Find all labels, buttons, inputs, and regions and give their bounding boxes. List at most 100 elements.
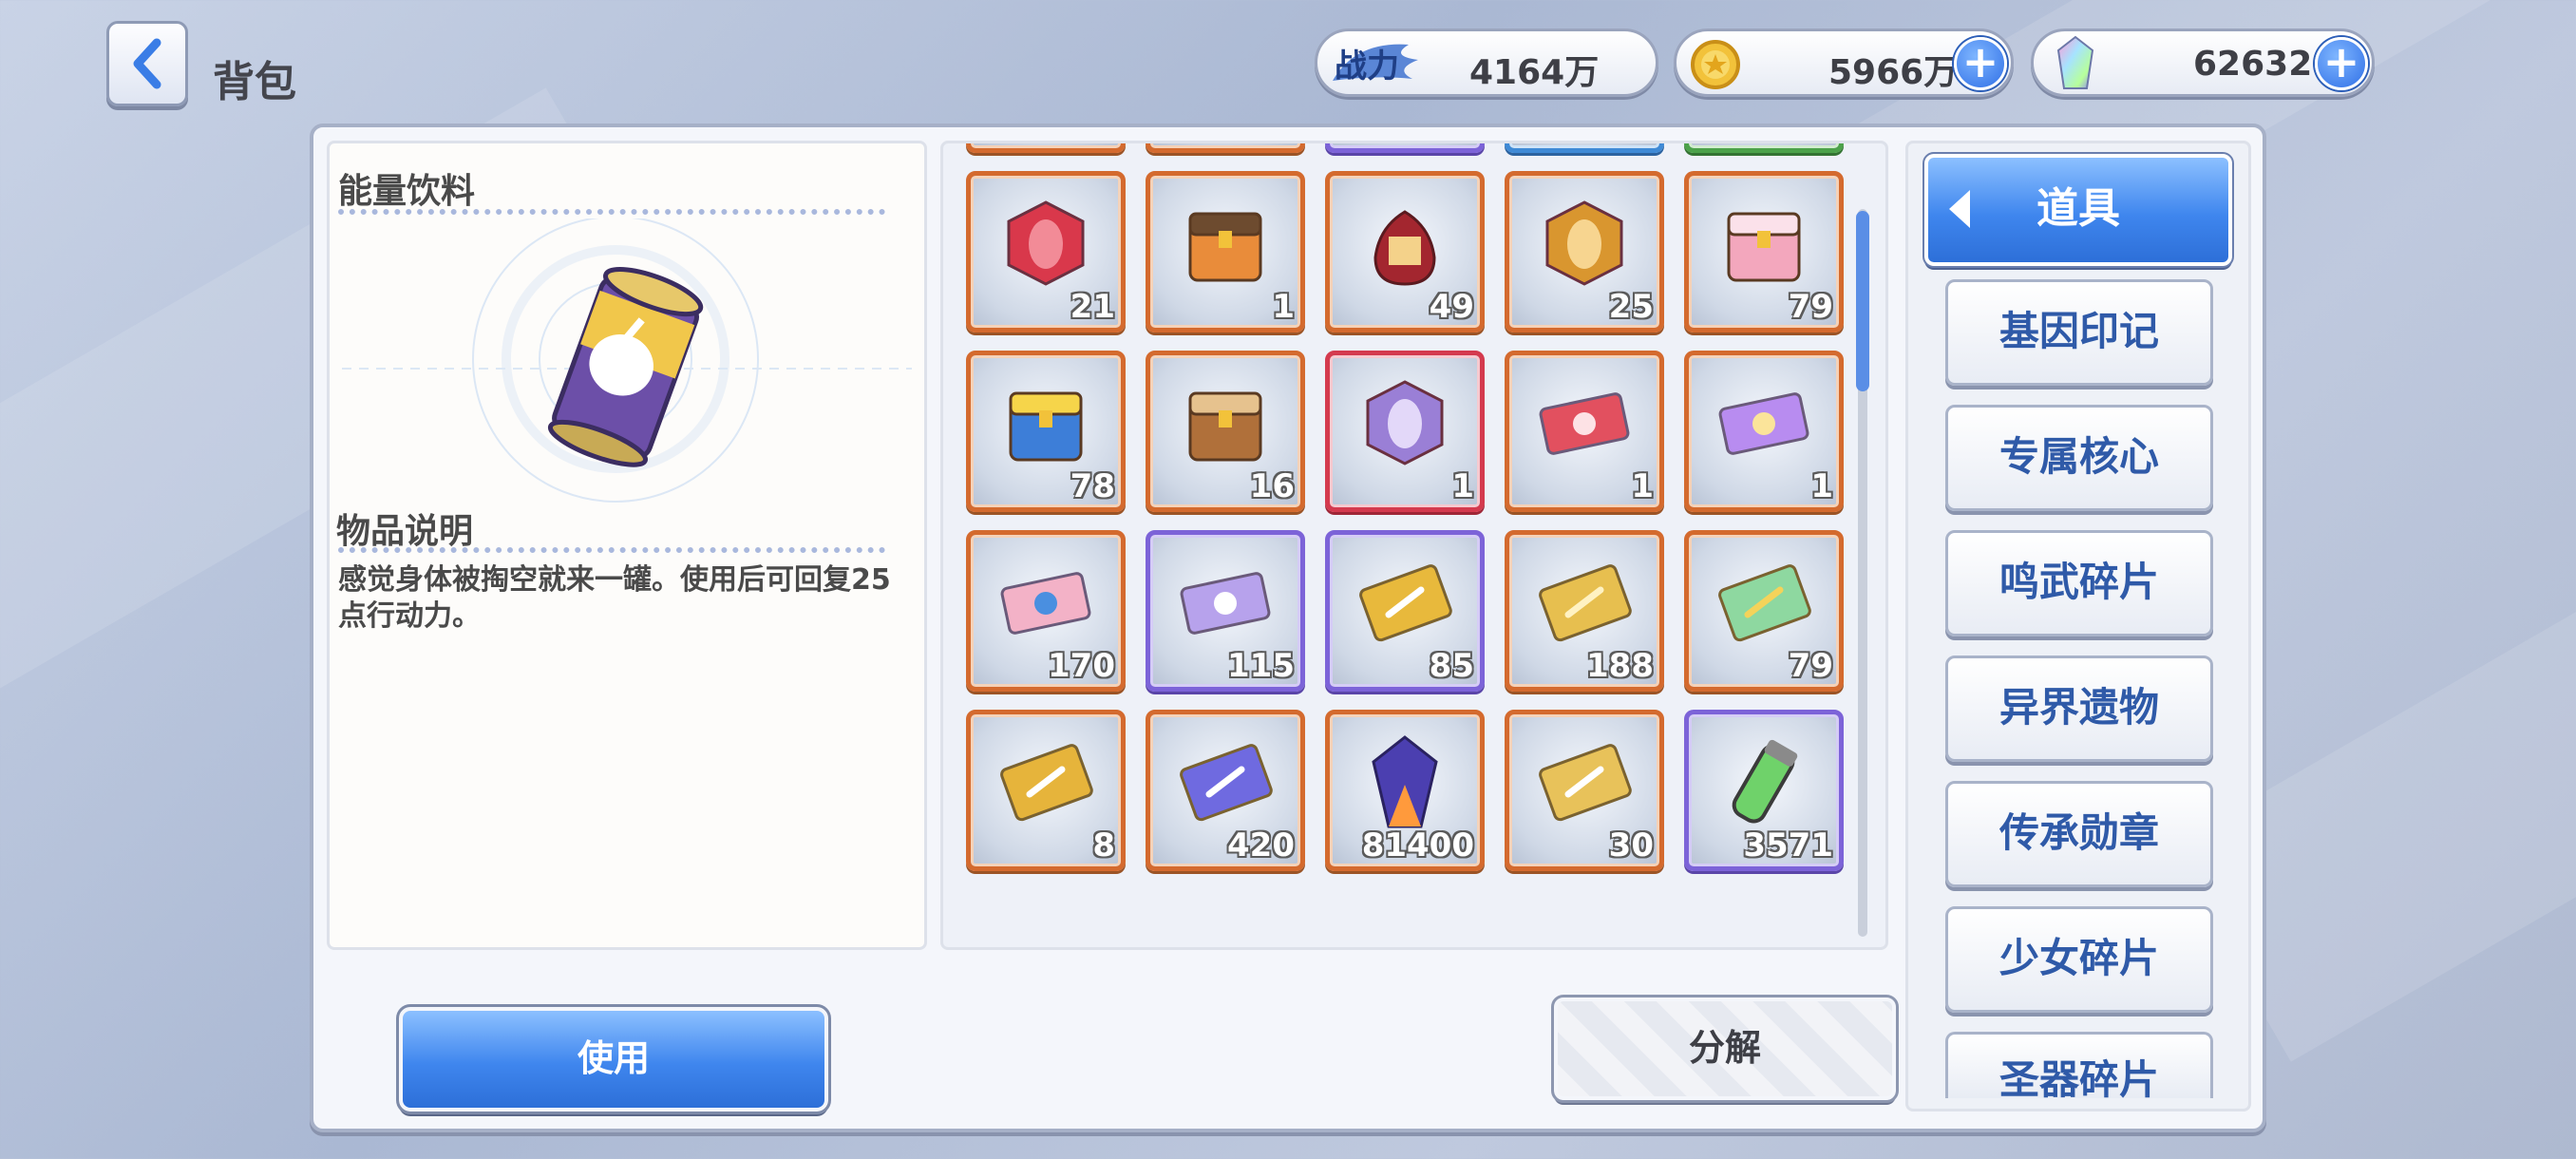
- inventory-slot[interactable]: 85: [1325, 530, 1485, 692]
- back-button[interactable]: [106, 21, 188, 106]
- energy-drink-icon: [342, 218, 912, 503]
- red-crystal-cube-icon: [1007, 200, 1085, 286]
- star-card-gold-icon: [1539, 744, 1632, 822]
- item-grid-panel[interactable]: 2 70 47 12 810 21 1 49 25: [940, 141, 1888, 950]
- item-quantity: 170: [1048, 647, 1115, 685]
- pink-gift-box-icon: [1727, 212, 1801, 282]
- inventory-slot[interactable]: 79: [1684, 171, 1844, 332]
- decompose-button[interactable]: 分解: [1551, 995, 1899, 1103]
- green-potion-icon: [1732, 739, 1798, 824]
- gold-value: 5966万: [1828, 53, 1959, 92]
- gold-card-icon: [1539, 564, 1632, 642]
- item-quantity: 81400: [1361, 826, 1474, 864]
- inventory-slot[interactable]: 188: [1505, 530, 1664, 692]
- dna-card-icon: [1359, 564, 1452, 642]
- inventory-slot[interactable]: 79: [1684, 530, 1844, 692]
- combat-power-display: 战力 4164万: [1315, 28, 1658, 97]
- inventory-slot[interactable]: 2: [966, 143, 1126, 153]
- inventory-slot[interactable]: 1: [1505, 351, 1664, 512]
- inventory-slot[interactable]: 810: [1684, 143, 1844, 153]
- inventory-slot[interactable]: 70: [1146, 143, 1305, 153]
- inventory-slot[interactable]: 8: [966, 710, 1126, 871]
- category-tab[interactable]: 异界遗物: [1945, 656, 2213, 762]
- item-quantity: 1: [1631, 467, 1654, 505]
- inventory-slot[interactable]: 170: [966, 530, 1126, 692]
- page-title: 背包: [213, 58, 296, 106]
- add-gems-button[interactable]: +: [2315, 37, 2368, 90]
- item-quantity: 79: [1788, 647, 1833, 685]
- item-quantity: 1: [1451, 467, 1474, 505]
- item-quantity: 30: [1608, 826, 1654, 864]
- category-tab-items-active[interactable]: 道具: [1923, 152, 2234, 268]
- fortune-bag-icon: [1373, 210, 1436, 286]
- gold-crystal-cube-icon: [1545, 200, 1623, 286]
- inventory-slot[interactable]: 81400: [1325, 710, 1485, 871]
- combat-power-value: 4164万: [1469, 53, 1600, 92]
- inventory-slot[interactable]: 12: [1505, 143, 1664, 153]
- item-name: 能量饮料: [338, 172, 476, 211]
- item-quantity: 12: [1609, 143, 1654, 146]
- item-quantity: 420: [1227, 826, 1295, 864]
- divider: [338, 547, 885, 553]
- category-tab[interactable]: 圣器碎片: [1945, 1032, 2213, 1098]
- item-quantity: 8: [1092, 826, 1115, 864]
- inventory-slot[interactable]: 1: [1684, 351, 1844, 512]
- item-quantity: 25: [1608, 288, 1654, 326]
- svg-text:战力: 战力: [1335, 48, 1399, 86]
- combat-power-icon: 战力: [1333, 44, 1418, 86]
- purple-star-cube-icon: [1366, 380, 1444, 466]
- rainbow-gacha-ticket-icon: [1718, 392, 1809, 455]
- item-quantity: 70: [1250, 143, 1295, 146]
- item-quantity: 188: [1586, 647, 1654, 685]
- outfit-ticket-icon: [1000, 572, 1091, 635]
- item-description: 感觉身体被掏空就来一罐。使用后可回复25点行动力。: [338, 563, 891, 633]
- chevron-left-icon: [133, 38, 161, 89]
- smile-ticket-icon: [1180, 572, 1271, 635]
- category-tab[interactable]: 专属核心: [1945, 405, 2213, 511]
- inventory-slot[interactable]: 115: [1146, 530, 1305, 692]
- wooden-chest-icon: [1188, 391, 1262, 462]
- item-quantity: 1: [1272, 288, 1295, 326]
- inventory-slot[interactable]: 1: [1325, 351, 1485, 512]
- item-quantity: 115: [1227, 647, 1295, 685]
- item-quantity: 49: [1429, 288, 1474, 326]
- item-quantity: 79: [1788, 288, 1833, 326]
- item-quantity: 2: [1092, 143, 1115, 146]
- inventory-slot[interactable]: 1: [1146, 171, 1305, 332]
- item-quantity: 78: [1070, 467, 1115, 505]
- category-tab[interactable]: 基因印记: [1945, 279, 2213, 386]
- description-title: 物品说明: [336, 512, 474, 551]
- item-quantity: 85: [1429, 647, 1474, 685]
- inventory-slot[interactable]: 3571: [1684, 710, 1844, 871]
- item-quantity: 47: [1430, 143, 1474, 146]
- inventory-slot[interactable]: 49: [1325, 171, 1485, 332]
- triangle-left-icon: [1949, 190, 1970, 228]
- item-quantity: 1: [1810, 467, 1833, 505]
- rainbow-crystal-icon: [1372, 735, 1438, 828]
- inventory-slot[interactable]: 420: [1146, 710, 1305, 871]
- red-gacha-ticket-icon: [1539, 392, 1630, 455]
- rainbow-card-icon: [1718, 564, 1811, 642]
- inventory-slot[interactable]: 25: [1505, 171, 1664, 332]
- inventory-slot[interactable]: 78: [966, 351, 1126, 512]
- gem-display: 62632 +: [2031, 28, 2375, 97]
- inventory-slot[interactable]: 30: [1505, 710, 1664, 871]
- sword-card-blue-icon: [1180, 744, 1273, 822]
- item-quantity: 810: [1766, 143, 1833, 146]
- add-gold-button[interactable]: +: [1954, 37, 2007, 90]
- inventory-slot[interactable]: 16: [1146, 351, 1305, 512]
- item-quantity: 16: [1249, 467, 1295, 505]
- gold-display: 5966万 +: [1674, 28, 2014, 97]
- category-tab[interactable]: 鸣武碎片: [1945, 530, 2213, 636]
- inventory-slot[interactable]: 21: [966, 171, 1126, 332]
- gold-coin-icon: [1691, 40, 1740, 89]
- inventory-slot[interactable]: 47: [1325, 143, 1485, 153]
- grid-scrollbar-thumb[interactable]: [1856, 211, 1869, 391]
- use-button[interactable]: 使用: [396, 1004, 831, 1114]
- category-tab[interactable]: 少女碎片: [1945, 906, 2213, 1013]
- sword-card-gold-icon: [1000, 744, 1093, 822]
- divider: [338, 209, 885, 215]
- category-tab[interactable]: 传承勋章: [1945, 781, 2213, 887]
- item-quantity: 3571: [1743, 826, 1833, 864]
- category-label: 道具: [2036, 184, 2120, 233]
